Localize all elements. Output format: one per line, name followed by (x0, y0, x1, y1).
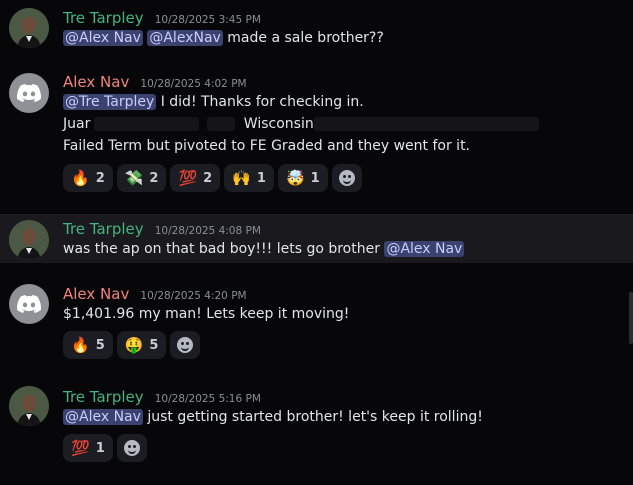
hundred-icon: 💯 (71, 438, 90, 457)
avatar[interactable] (9, 73, 49, 113)
tre-avatar-icon (9, 220, 49, 260)
reaction[interactable]: 🙌 1 (224, 164, 274, 192)
tre-avatar-icon (9, 8, 49, 48)
mention[interactable]: @Alex Nav (63, 409, 143, 425)
reactions: 💯 1 (63, 434, 147, 462)
message-1: Tre Tarpley 10/28/2025 3:45 PM @Alex Nav… (0, 0, 633, 56)
reaction-count: 2 (203, 170, 213, 186)
reaction-count: 2 (149, 170, 159, 186)
fire-icon: 🔥 (71, 335, 90, 354)
money-mouth-icon: 🤑 (124, 335, 144, 354)
author-name[interactable]: Alex Nav (63, 285, 129, 303)
tre-avatar-icon (9, 386, 49, 426)
message-text: just getting started brother! let's keep… (147, 409, 483, 425)
discord-logo-icon (17, 84, 41, 102)
smiley-icon (338, 170, 355, 186)
reaction[interactable]: 💯 2 (170, 164, 221, 192)
message-4: Alex Nav 10/28/2025 4:20 PM $1,401.96 my… (0, 276, 633, 366)
mention[interactable]: @Tre Tarpley (63, 94, 157, 110)
reactions: 🔥 2 💸 2 💯 2 🙌 1 🤯 1 (63, 164, 362, 192)
reaction[interactable]: 🤑 5 (116, 331, 167, 359)
author-name[interactable]: Tre Tarpley (63, 388, 144, 406)
reaction-count: 1 (95, 440, 105, 456)
money-wings-icon: 💸 (124, 168, 144, 187)
avatar[interactable] (9, 220, 49, 260)
message-text: was the ap on that bad boy!!! lets go br… (63, 241, 380, 257)
smiley-icon (177, 337, 194, 353)
timestamp[interactable]: 10/28/2025 4:20 PM (140, 290, 246, 302)
mention[interactable]: @Alex Nav (63, 30, 143, 46)
reaction-count: 2 (95, 170, 105, 186)
reaction[interactable]: 🔥 5 (63, 331, 113, 359)
message-text: Wisconsin (243, 116, 314, 132)
add-reaction-button[interactable] (170, 331, 201, 359)
timestamp[interactable]: 10/28/2025 4:08 PM (155, 225, 261, 237)
timestamp[interactable]: 10/28/2025 5:16 PM (155, 393, 261, 405)
avatar[interactable] (9, 386, 49, 426)
reaction[interactable]: 🤯 1 (277, 164, 328, 192)
reaction[interactable]: 💸 2 (116, 164, 167, 192)
smiley-icon (123, 440, 140, 456)
reaction[interactable]: 🔥 2 (63, 164, 113, 192)
message-5: Tre Tarpley 10/28/2025 5:16 PM @Alex Nav… (0, 380, 633, 480)
message-text: made a sale brother?? (227, 30, 384, 46)
raised-hands-icon: 🙌 (232, 168, 251, 187)
mind-blown-icon: 🤯 (285, 168, 305, 187)
message-2: Alex Nav 10/28/2025 4:02 PM @Tre Tarpley… (0, 60, 633, 200)
avatar[interactable] (9, 8, 49, 48)
message-3: Tre Tarpley 10/28/2025 4:08 PM was the a… (0, 214, 633, 263)
mention[interactable]: @Alex Nav (384, 241, 465, 257)
mention[interactable]: @AlexNav (147, 30, 223, 46)
message-text: Failed Term but pivoted to FE Graded and… (63, 138, 471, 154)
hundred-icon: 💯 (178, 168, 198, 187)
reaction-count: 5 (95, 337, 105, 353)
reaction-count: 1 (256, 170, 266, 186)
reactions: 🔥 5 🤑 5 (63, 331, 201, 359)
avatar[interactable] (9, 284, 49, 324)
message-text: $1,401.96 my man! Lets keep it moving! (63, 306, 350, 322)
add-reaction-button[interactable] (116, 434, 147, 462)
author-name[interactable]: Alex Nav (63, 73, 129, 91)
author-name[interactable]: Tre Tarpley (63, 9, 144, 27)
discord-logo-icon (17, 295, 41, 313)
redacted-block (94, 117, 200, 131)
redacted-block (207, 117, 236, 131)
author-name[interactable]: Tre Tarpley (63, 220, 144, 238)
redacted-block (313, 117, 539, 131)
scrollbar[interactable] (629, 292, 633, 344)
reaction-count: 1 (310, 170, 320, 186)
add-reaction-button[interactable] (331, 164, 362, 192)
timestamp[interactable]: 10/28/2025 4:02 PM (140, 78, 246, 90)
message-text: I did! Thanks for checking in. (160, 94, 364, 110)
message-text: Juar (63, 116, 91, 132)
timestamp[interactable]: 10/28/2025 3:45 PM (155, 14, 261, 26)
fire-icon: 🔥 (71, 168, 90, 187)
reaction-count: 5 (149, 337, 159, 353)
reaction[interactable]: 💯 1 (63, 434, 113, 462)
